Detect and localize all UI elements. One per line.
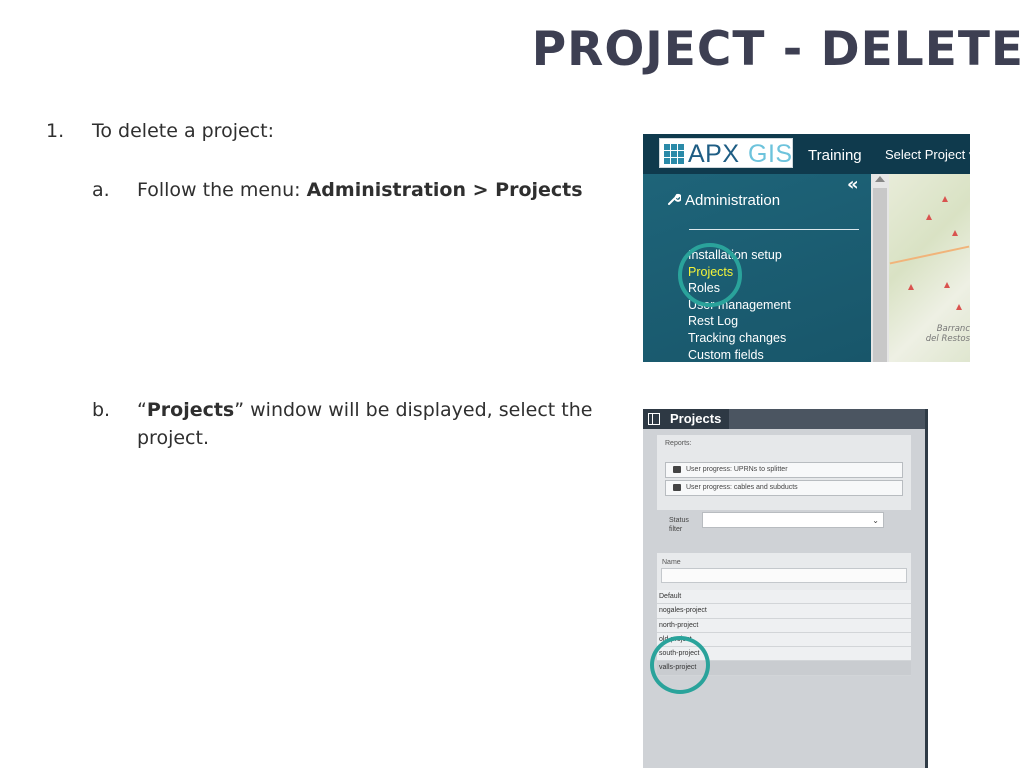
printer-icon: [673, 484, 681, 491]
report-cables-button[interactable]: User progress: cables and subducts: [665, 480, 903, 496]
chevron-down-icon: ⌄: [872, 516, 879, 525]
step-a-menu-path: Administration > Projects: [306, 179, 583, 201]
map-place-label: Barranc del Restos: [925, 324, 970, 344]
apxgis-logo[interactable]: APX GIS: [659, 138, 793, 168]
logo-grid-icon: [664, 144, 684, 164]
wrench-icon: [668, 193, 682, 205]
collapse-panel-icon[interactable]: «: [847, 174, 859, 195]
status-filter-label: Status filter: [669, 517, 689, 533]
report-uprns-button[interactable]: User progress: UPRNs to splitter: [665, 462, 903, 478]
window-icon: [648, 413, 660, 425]
open-quote: “: [137, 399, 147, 421]
step-b-window-name: Projects: [146, 399, 235, 421]
slide-title: PROJECT - DELETE: [531, 22, 1024, 77]
projects-window-screenshot: Projects Reports: User progress: UPRNs t…: [643, 409, 928, 768]
logo-text-gis: GIS: [748, 140, 793, 168]
step-b-letter: b.: [92, 399, 111, 421]
status-filter-select[interactable]: ⌄: [702, 512, 884, 528]
step-b-rest: ” window will be displayed, select the: [234, 399, 593, 421]
scrollbar-thumb[interactable]: [873, 188, 887, 362]
step-1-number: 1.: [46, 120, 65, 142]
menu-divider: [689, 229, 859, 230]
name-filter-input[interactable]: [661, 568, 907, 583]
projects-tab[interactable]: Projects: [643, 409, 729, 429]
project-row-nogales[interactable]: nogales-project: [657, 604, 911, 619]
projects-menu-highlight-circle: [678, 243, 742, 307]
printer-icon: [673, 466, 681, 473]
reports-label: Reports:: [665, 440, 692, 447]
report-uprns-label: User progress: UPRNs to splitter: [686, 466, 788, 473]
reports-section: Reports: User progress: UPRNs to splitte…: [657, 435, 911, 510]
step-a-text: Follow the menu: Administration > Projec…: [137, 179, 583, 201]
step-a-prefix: Follow the menu:: [137, 179, 307, 201]
administration-heading: Administration: [667, 192, 780, 209]
name-column-header: Name: [662, 559, 681, 566]
window-title: Projects: [670, 411, 722, 426]
project-row-highlight-circle: [650, 636, 710, 694]
project-row-default[interactable]: Default: [657, 590, 911, 605]
menu-item-custom-fields[interactable]: Custom fields: [688, 347, 791, 362]
step-a-letter: a.: [92, 179, 110, 201]
report-cables-label: User progress: cables and subducts: [686, 484, 798, 491]
scroll-up-icon[interactable]: [875, 176, 885, 182]
logo-text-apx: APX: [688, 140, 740, 168]
step-1-text: To delete a project:: [92, 120, 274, 142]
nav-select-project[interactable]: Select Project ▾: [885, 147, 970, 163]
nav-training[interactable]: Training: [808, 147, 862, 164]
project-row-north[interactable]: north-project: [657, 618, 911, 633]
panel-scrollbar[interactable]: [871, 174, 889, 362]
administration-label: Administration: [685, 192, 781, 209]
step-b-line-2: project.: [137, 427, 209, 449]
menu-item-tracking-changes[interactable]: Tracking changes: [688, 330, 791, 347]
map-view[interactable]: Barranc del Restos: [889, 174, 970, 362]
step-b-line-1: “Projects” window will be displayed, sel…: [137, 399, 592, 421]
window-titlebar: Projects: [643, 409, 925, 429]
menu-item-rest-log[interactable]: Rest Log: [688, 313, 791, 330]
